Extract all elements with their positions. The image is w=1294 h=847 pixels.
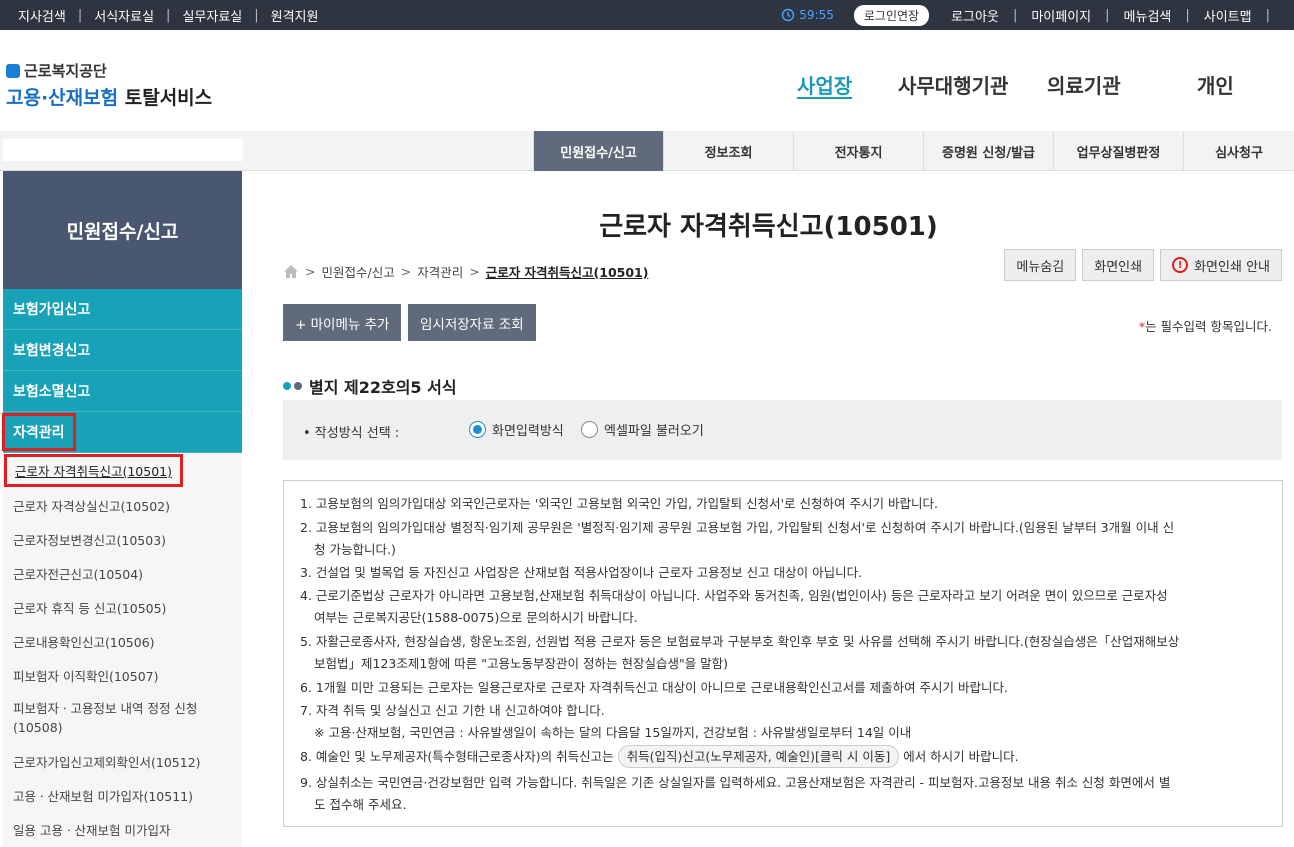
sub-nav-blank xyxy=(3,139,243,161)
temp-saved-button[interactable]: 임시저장자료 조회 xyxy=(408,304,536,341)
required-note: *는 필수입력 항목입니다. xyxy=(1138,319,1272,334)
sidebar-item-uninsured[interactable]: 고용ㆍ산재보험 미가입자(10511) xyxy=(3,778,242,812)
breadcrumb-current: 근로자 자격취득신고(10501) xyxy=(485,265,649,280)
notice-box: 1. 고용보험의 임의가입대상 외국인근로자는 '외국인 고용보험 외국인 가입… xyxy=(283,480,1283,827)
notice-line: 도 접수해 주세요. xyxy=(314,797,407,812)
sidebar-group-termination[interactable]: 보험소멸신고 xyxy=(3,371,242,412)
section-title: 별지 제22호의5 서식 xyxy=(283,374,457,398)
sidebar-group-qualification[interactable]: 자격관리 xyxy=(2,412,242,453)
session-timer: 59:55 xyxy=(781,8,834,22)
main-nav-personal[interactable]: 개인 xyxy=(1197,70,1234,99)
bullet-icon xyxy=(283,382,291,390)
separator: | xyxy=(1012,7,1018,23)
sub-nav: 민원접수/신고 정보조회 전자통지 증명원 신청/발급 업무상질병판정 심사청구 xyxy=(0,131,1294,171)
notice-line: 3. 건설업 및 벌목업 등 자진신고 사업장은 산재보험 적용사업장이나 근로… xyxy=(300,565,863,580)
separator: | xyxy=(1265,7,1270,23)
notice-line: 보험법」제123조제1항에 따른 "고용노동부장관이 정하는 현장실습생"을 말… xyxy=(314,656,729,671)
link-mypage[interactable]: 마이페이지 xyxy=(1031,6,1091,25)
notice-line: 6. 1개월 미만 고용되는 근로자는 일용근로자로 근로자 자격취득신고 대상… xyxy=(300,680,1009,695)
separator: | xyxy=(1185,7,1190,23)
home-icon[interactable] xyxy=(283,264,299,279)
link-menu-search[interactable]: 메뉴검색 xyxy=(1124,6,1172,25)
breadcrumb-item[interactable]: 민원접수/신고 xyxy=(321,262,394,281)
notice-line: 9. 상실취소는 국민연금·건강보험만 입력 가능합니다. 취득일은 기존 상실… xyxy=(300,775,1171,790)
separator: | xyxy=(254,7,259,23)
link-logout[interactable]: 로그아웃 xyxy=(951,6,999,25)
tab-info-inquiry[interactable]: 정보조회 xyxy=(663,131,793,171)
notice-line: 여부는 근로복지공단(1588-0075)으로 문의하시기 바랍니다. xyxy=(314,610,638,625)
top-utility-bar: 지사검색 | 서식자료실 | 실무자료실 | 원격지원 59:55 로그인연장 … xyxy=(0,0,1294,30)
site-header: 근로복지공단 고용·산재보험 토탈서비스 사업장 사무대행기관 의료기관 개인 xyxy=(0,30,1294,132)
separator: | xyxy=(77,7,83,23)
tab-e-notice[interactable]: 전자통지 xyxy=(793,131,923,171)
sidebar-item-exclusion[interactable]: 근로자가입신고제외확인서(10512) xyxy=(3,744,242,778)
sidebar-title: 민원접수/신고 xyxy=(3,171,242,289)
separator: | xyxy=(1105,7,1110,23)
print-button[interactable]: 화면인쇄 xyxy=(1082,249,1155,281)
notice-line: 8. 예술인 및 노무제공자(특수형태근로종사자)의 취득신고는 취득(입직)신… xyxy=(300,745,1019,768)
tab-certificate[interactable]: 증명원 신청/발급 xyxy=(923,131,1053,171)
print-guide-button[interactable]: ! 화면인쇄 안내 xyxy=(1160,249,1282,281)
separator: | xyxy=(166,7,171,23)
sidebar: 민원접수/신고 보험가입신고 보험변경신고 보험소멸신고 자격관리 근로자 자격… xyxy=(2,171,242,847)
link-remote-support[interactable]: 원격지원 xyxy=(271,6,319,25)
sidebar-item-acquisition[interactable]: 근로자 자격취득신고(10501) xyxy=(3,453,242,488)
main-nav: 사업장 사무대행기관 의료기관 개인 xyxy=(0,70,1294,100)
input-method-form: • 작성방식 선택 : 화면입력방식 엑셀파일 불러오기 xyxy=(283,400,1282,460)
sidebar-item-info-change[interactable]: 근로자정보변경신고(10503) xyxy=(3,522,242,556)
sidebar-item-transfer[interactable]: 근로자전근신고(10504) xyxy=(3,556,242,590)
page-actions: 메뉴숨김 화면인쇄 ! 화면인쇄 안내 xyxy=(998,249,1282,281)
sidebar-group-change[interactable]: 보험변경신고 xyxy=(3,330,242,371)
sidebar-item-correction[interactable]: 피보험자ㆍ고용정보 내역 정정 신청 (10508) xyxy=(3,692,242,744)
hide-menu-button[interactable]: 메뉴숨김 xyxy=(1004,249,1077,281)
main-nav-agency[interactable]: 사무대행기관 xyxy=(898,70,1008,99)
link-sitemap[interactable]: 사이트맵 xyxy=(1204,6,1252,25)
notice-line: 5. 자활근로종사자, 현장실습생, 항운노조원, 선원법 적용 근로자 등은 … xyxy=(300,634,1180,649)
extend-login-button[interactable]: 로그인연장 xyxy=(853,4,930,26)
bullet-icon xyxy=(294,382,302,390)
sidebar-item-separation[interactable]: 피보험자 이직확인(10507) xyxy=(3,658,242,692)
input-method-label: • 작성방식 선택 : xyxy=(303,426,400,441)
tab-civil-report[interactable]: 민원접수/신고 xyxy=(533,131,663,171)
notice-line: 4. 근로기준법상 근로자가 아니라면 고용보험,산재보험 취득대상이 아닙니다… xyxy=(300,588,1168,603)
main-content: 근로자 자격취득신고(10501) > 민원접수/신고 > 자격관리 > 근로자… xyxy=(243,171,1294,847)
chevron-right-icon: > xyxy=(400,264,412,279)
clock-icon xyxy=(782,8,795,22)
link-form-library[interactable]: 서식자료실 xyxy=(94,6,154,25)
chevron-right-icon: > xyxy=(305,264,316,279)
sidebar-item-daily-uninsured[interactable]: 일용 고용ㆍ산재보험 미가입자 xyxy=(3,812,242,846)
radio-excel-import[interactable]: 엑셀파일 불러오기 xyxy=(581,420,704,439)
tab-occupational-disease[interactable]: 업무상질병판정 xyxy=(1053,131,1183,171)
link-branch-search[interactable]: 지사검색 xyxy=(18,6,66,25)
radio-unchecked-icon xyxy=(581,421,598,438)
artist-acquisition-link[interactable]: 취득(입직)신고(노무제공자, 예술인)[클릭 시 이동] xyxy=(617,745,900,768)
notice-line: 7. 자격 취득 및 상실신고 신고 기한 내 신고하여야 합니다. xyxy=(300,703,605,718)
sidebar-item-loss[interactable]: 근로자 자격상실신고(10502) xyxy=(3,488,242,522)
notice-line: ※ 고용·산재보험, 국민연금 : 사유발생일이 속하는 달의 다음달 15일까… xyxy=(314,725,912,740)
alert-icon: ! xyxy=(1172,257,1189,273)
radio-checked-icon xyxy=(469,421,486,438)
sidebar-item-work-confirm[interactable]: 근로내용확인신고(10506) xyxy=(3,624,242,658)
notice-line: 2. 고용보험의 임의가입대상 별정직·임기제 공무원은 '별정직·임기제 공무… xyxy=(300,520,1175,535)
link-practice-library[interactable]: 실무자료실 xyxy=(182,6,242,25)
notice-line: 1. 고용보험의 임의가입대상 외국인근로자는 '외국인 고용보험 외국인 가입… xyxy=(300,496,938,511)
add-mymenu-button[interactable]: + 마이메뉴 추가 xyxy=(283,304,402,341)
page-title: 근로자 자격취득신고(10501) xyxy=(599,212,938,242)
sidebar-group-join[interactable]: 보험가입신고 xyxy=(3,289,242,330)
main-nav-medical[interactable]: 의료기관 xyxy=(1047,70,1121,99)
timer-value: 59:55 xyxy=(799,8,834,22)
tab-review-request[interactable]: 심사청구 xyxy=(1183,131,1294,171)
main-nav-business[interactable]: 사업장 xyxy=(797,70,852,99)
radio-screen-input[interactable]: 화면입력방식 xyxy=(469,420,564,439)
breadcrumb: > 민원접수/신고 > 자격관리 > 근로자 자격취득신고(10501) xyxy=(283,262,648,281)
notice-line: 청 가능합니다.) xyxy=(314,542,396,557)
breadcrumb-item[interactable]: 자격관리 xyxy=(417,262,463,281)
sidebar-item-leave[interactable]: 근로자 휴직 등 신고(10505) xyxy=(3,590,242,624)
chevron-right-icon: > xyxy=(469,264,480,279)
